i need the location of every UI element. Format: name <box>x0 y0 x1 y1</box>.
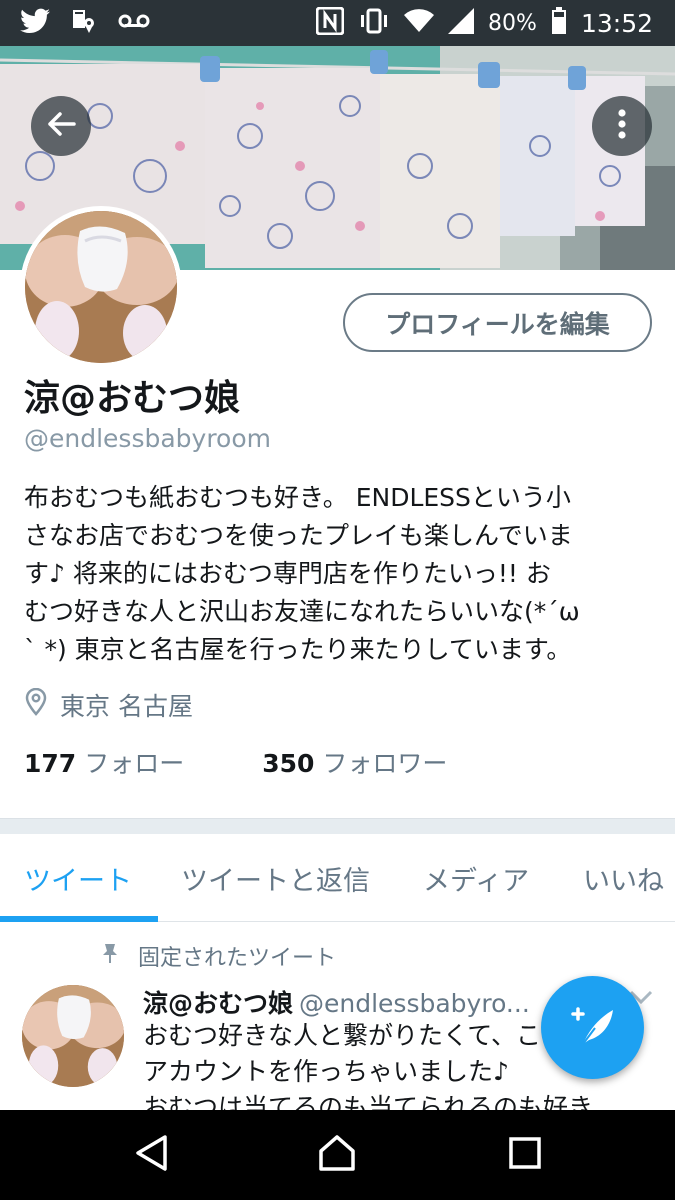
profile-handle: @endlessbabyroom <box>24 424 271 453</box>
arrow-left-icon <box>46 111 76 141</box>
nfc-icon <box>315 6 345 39</box>
nav-recents-button[interactable] <box>500 1132 550 1178</box>
location-text: 東京 名古屋 <box>60 692 193 721</box>
followers-count: 350 <box>262 749 315 778</box>
tab-media[interactable]: メディア <box>423 834 529 922</box>
home-icon <box>317 1133 357 1177</box>
bio-line: むつ好きな人と沢山お友達になれたらいいな(*´ω <box>24 597 580 626</box>
profile-name: 涼@おむつ娘 <box>24 378 241 419</box>
section-divider <box>0 818 675 834</box>
more-options-button[interactable] <box>592 96 652 156</box>
followers-label: フォロワー <box>322 749 448 778</box>
pin-icon <box>100 942 120 970</box>
following-link[interactable]: 177 フォロー <box>24 744 184 780</box>
back-triangle-icon <box>133 1133 169 1177</box>
signal-icon <box>448 8 475 38</box>
pinned-tweet-label: 固定されたツイート <box>100 940 336 972</box>
recents-icon <box>507 1135 543 1175</box>
profile-bio: 布おむつも紙おむつも好き。 ENDLESSという小 さなお店でおむつを使ったプレ… <box>24 479 654 669</box>
bio-line: さなお店でおむつを使ったプレイも楽しんでいま <box>24 521 573 550</box>
bio-line: す♪ 将来的にはおむつ専門店を作りたいっ!! お <box>24 559 551 588</box>
active-tab-indicator <box>0 916 158 922</box>
tweet-avatar[interactable] <box>22 985 124 1087</box>
clock: 13:52 <box>580 8 653 38</box>
tweet-author-handle: @endlessbabyro... <box>299 989 530 1018</box>
profile-tabs: ツイート ツイートと返信 メディア いいね <box>0 834 675 922</box>
following-count: 177 <box>24 749 77 778</box>
status-bar: 80% 13:52 <box>0 0 675 46</box>
wifi-icon <box>404 9 435 37</box>
pinned-label-text: 固定されたツイート <box>138 946 337 971</box>
bio-line: ` *) 東京と名古屋を行ったり来たりしています。 <box>24 635 572 664</box>
tweet-author-name: 涼@おむつ娘 <box>143 989 294 1018</box>
tweet-header: 涼@おむつ娘 @endlessbabyro... <box>143 984 530 1020</box>
location-notification-icon <box>72 8 96 38</box>
vibrate-icon <box>358 8 390 38</box>
avatar <box>25 211 177 363</box>
voicemail-icon <box>118 13 150 33</box>
bio-line: 布おむつも紙おむつも好き。 ENDLESSという小 <box>24 483 571 512</box>
tab-tweets-and-replies[interactable]: ツイートと返信 <box>181 834 370 922</box>
more-vertical-icon <box>617 108 627 144</box>
twitter-icon <box>20 8 50 38</box>
profile-location: 東京 名古屋 <box>24 687 193 723</box>
system-navigation-bar <box>0 1110 675 1200</box>
followers-link[interactable]: 350 フォロワー <box>262 744 447 780</box>
edit-profile-button[interactable]: プロフィールを編集 <box>343 293 652 352</box>
following-label: フォロー <box>84 749 185 778</box>
tab-tweets[interactable]: ツイート <box>24 834 132 922</box>
location-pin-icon <box>24 687 48 722</box>
compose-tweet-icon <box>569 1004 617 1052</box>
battery-icon <box>551 7 567 39</box>
nav-home-button[interactable] <box>312 1132 362 1178</box>
battery-percentage: 80% <box>488 10 537 36</box>
profile-avatar[interactable] <box>20 206 182 368</box>
tab-likes[interactable]: いいね <box>583 834 664 922</box>
compose-tweet-button[interactable] <box>541 976 644 1079</box>
nav-back-button[interactable] <box>126 1132 176 1178</box>
profile-stats: 177 フォロー 350 フォロワー <box>24 744 447 780</box>
back-button[interactable] <box>31 96 91 156</box>
